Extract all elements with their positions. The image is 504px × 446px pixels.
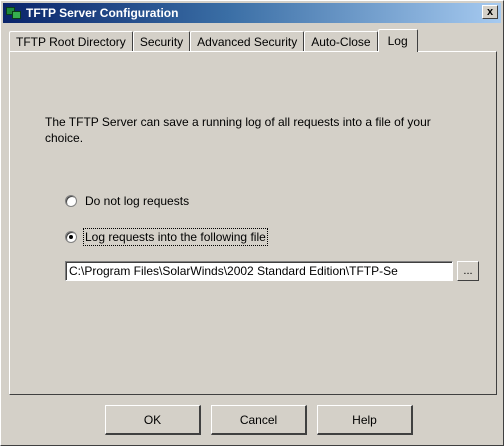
log-description: The TFTP Server can save a running log o… <box>45 115 431 145</box>
tftp-app-icon <box>6 5 22 21</box>
option-do-not-log-label[interactable]: Do not log requests <box>85 194 189 208</box>
tab-tftp-root-directory[interactable]: TFTP Root Directory <box>9 31 133 51</box>
ok-button[interactable]: OK <box>105 405 201 435</box>
browse-button[interactable]: ... <box>457 261 479 281</box>
tab-log[interactable]: Log <box>377 29 418 52</box>
option-do-not-log[interactable]: Do not log requests <box>65 194 189 208</box>
radio-do-not-log[interactable] <box>65 195 77 207</box>
tab-advanced-security[interactable]: Advanced Security <box>190 31 305 51</box>
tab-auto-close[interactable]: Auto-Close <box>304 31 378 51</box>
radio-log-to-file[interactable] <box>65 231 77 243</box>
window-title: TFTP Server Configuration <box>26 6 179 20</box>
option-log-to-file[interactable]: Log requests into the following file <box>65 228 268 246</box>
close-button[interactable]: x <box>482 5 498 19</box>
log-tab-panel <box>9 51 497 395</box>
cancel-button[interactable]: Cancel <box>211 405 307 435</box>
log-file-path-input[interactable]: C:\Program Files\SolarWinds\2002 Standar… <box>65 261 453 281</box>
help-button[interactable]: Help <box>317 405 413 435</box>
tftp-config-dialog: TFTP Server Configuration x TFTP Root Di… <box>0 0 504 446</box>
option-log-to-file-label[interactable]: Log requests into the following file <box>83 228 268 246</box>
tab-strip: TFTP Root Directory Security Advanced Se… <box>9 29 418 52</box>
tab-security[interactable]: Security <box>132 31 191 51</box>
title-bar[interactable]: TFTP Server Configuration x <box>3 3 501 23</box>
